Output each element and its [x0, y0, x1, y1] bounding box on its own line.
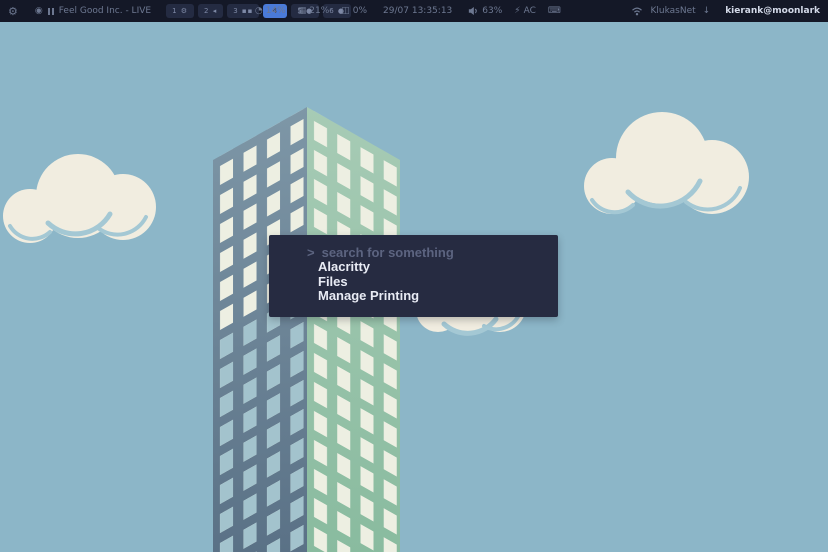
music-track-title: Feel Good Inc. - LIVE [59, 6, 151, 16]
volume-widget[interactable]: 63% [468, 6, 502, 16]
volume-value: 63% [482, 6, 502, 16]
cpu-widget: ◔ 14% [255, 6, 286, 16]
app-launcher: > search for something Alacritty Files M… [269, 235, 558, 317]
bar-right-section: KlukasNet ↓ kierank@moonlark [631, 6, 820, 16]
status-bar: ⚙ ◉ Feel Good Inc. - LIVE 1 ⚙ 2 ◂ 3 ▪▪ 4… [0, 0, 828, 22]
search-placeholder: search for something [322, 246, 454, 260]
music-widget[interactable]: ◉ Feel Good Inc. - LIVE [35, 6, 151, 16]
search-input[interactable]: > search for something [307, 246, 558, 260]
disk-value: 0% [353, 6, 367, 16]
memory-value: 21% [309, 6, 329, 16]
disc-icon[interactable]: ◉ [35, 7, 43, 16]
power-widget: ⚡ AC [514, 6, 536, 16]
settings-gear-icon[interactable]: ⚙ [8, 6, 18, 17]
cpu-icon: ◔ [255, 7, 263, 16]
workspace-pill-1[interactable]: 1 ⚙ [166, 4, 194, 18]
power-label: AC [524, 6, 536, 16]
prompt-symbol: > [307, 246, 315, 260]
network-arrow-icon: ↓ [703, 6, 711, 16]
logged-in-user: kierank@moonlark [725, 6, 820, 16]
network-ssid[interactable]: KlukasNet [650, 6, 695, 16]
speaker-icon [468, 6, 479, 16]
pause-icon[interactable] [48, 8, 54, 15]
memory-icon: ▦ [298, 7, 307, 16]
disk-widget: ◫ 0% [341, 6, 367, 16]
keyboard-icon[interactable]: ⌨ [548, 6, 561, 16]
bar-center-section: ◔ 14% ▦ 21% ◫ 0% 29/07 13:35:13 63% ⚡ AC… [255, 0, 561, 22]
building-right-windows [307, 107, 400, 552]
power-plug-icon: ⚡ [514, 7, 520, 16]
launcher-item-manage-printing[interactable]: Manage Printing [307, 289, 558, 303]
clock: 29/07 13:35:13 [383, 6, 452, 16]
memory-widget: ▦ 21% [298, 6, 330, 16]
wifi-icon[interactable] [631, 6, 643, 16]
launcher-item-files[interactable]: Files [307, 275, 558, 289]
cpu-value: 14% [266, 6, 286, 16]
disk-icon: ◫ [341, 7, 350, 16]
workspace-pill-2[interactable]: 2 ◂ [198, 4, 223, 18]
launcher-item-alacritty[interactable]: Alacritty [307, 260, 558, 274]
building [213, 107, 400, 552]
